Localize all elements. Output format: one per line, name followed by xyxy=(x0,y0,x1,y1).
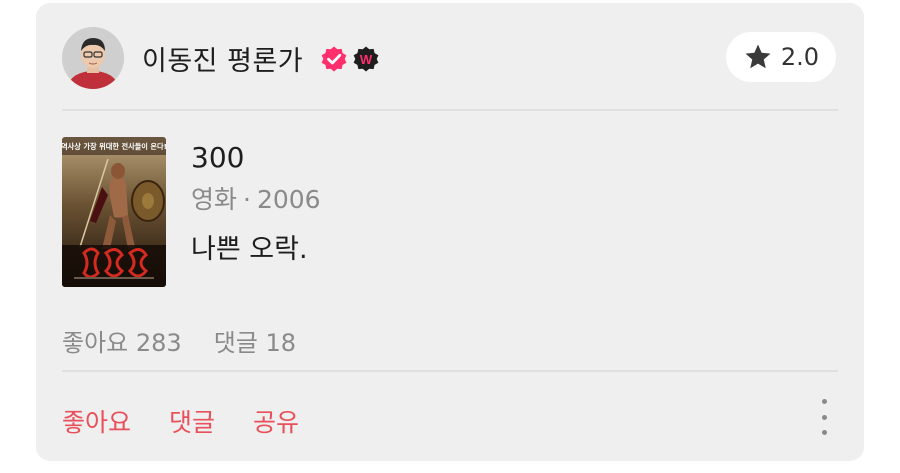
movie-category: 영화 xyxy=(191,185,238,214)
divider-top xyxy=(62,109,838,111)
review-card: 이동진 평론가 W 2.0 역사상 가장 위대한 전사들이 온다! 300 영화… xyxy=(36,3,864,461)
movie-year: 2006 xyxy=(256,185,321,214)
action-bar: 좋아요 댓글 공유 xyxy=(62,403,299,439)
review-stats: 좋아요 283 댓글 18 xyxy=(62,323,296,358)
movie-title[interactable]: 300 xyxy=(191,141,244,174)
more-options-icon[interactable] xyxy=(814,399,834,435)
author-avatar[interactable] xyxy=(62,27,124,89)
rating-value: 2.0 xyxy=(780,43,820,71)
like-button[interactable]: 좋아요 xyxy=(62,403,131,439)
w-badge-letter: W xyxy=(360,52,373,67)
like-count: 좋아요 283 xyxy=(62,329,182,357)
poster-tagline: 역사상 가장 위대한 전사들이 온다! xyxy=(62,142,166,151)
w-badge-icon: W xyxy=(352,45,380,73)
divider-bottom xyxy=(62,370,838,372)
more-dot xyxy=(821,430,827,435)
rating-badge: 2.0 xyxy=(726,32,836,82)
share-button[interactable]: 공유 xyxy=(253,403,299,439)
more-dot xyxy=(821,414,827,420)
comment-count: 댓글 18 xyxy=(213,329,297,357)
comment-button[interactable]: 댓글 xyxy=(169,403,215,439)
review-text: 나쁜 오락. xyxy=(191,234,308,265)
meta-separator: · xyxy=(243,185,251,214)
more-dot xyxy=(821,399,827,404)
star-icon xyxy=(745,44,771,69)
review-header: 이동진 평론가 W 2.0 xyxy=(62,27,838,91)
verified-check-icon xyxy=(320,45,348,73)
movie-poster[interactable]: 역사상 가장 위대한 전사들이 온다! xyxy=(62,137,166,287)
movie-meta: 영화 · 2006 xyxy=(191,180,321,216)
author-name[interactable]: 이동진 평론가 xyxy=(142,39,303,78)
